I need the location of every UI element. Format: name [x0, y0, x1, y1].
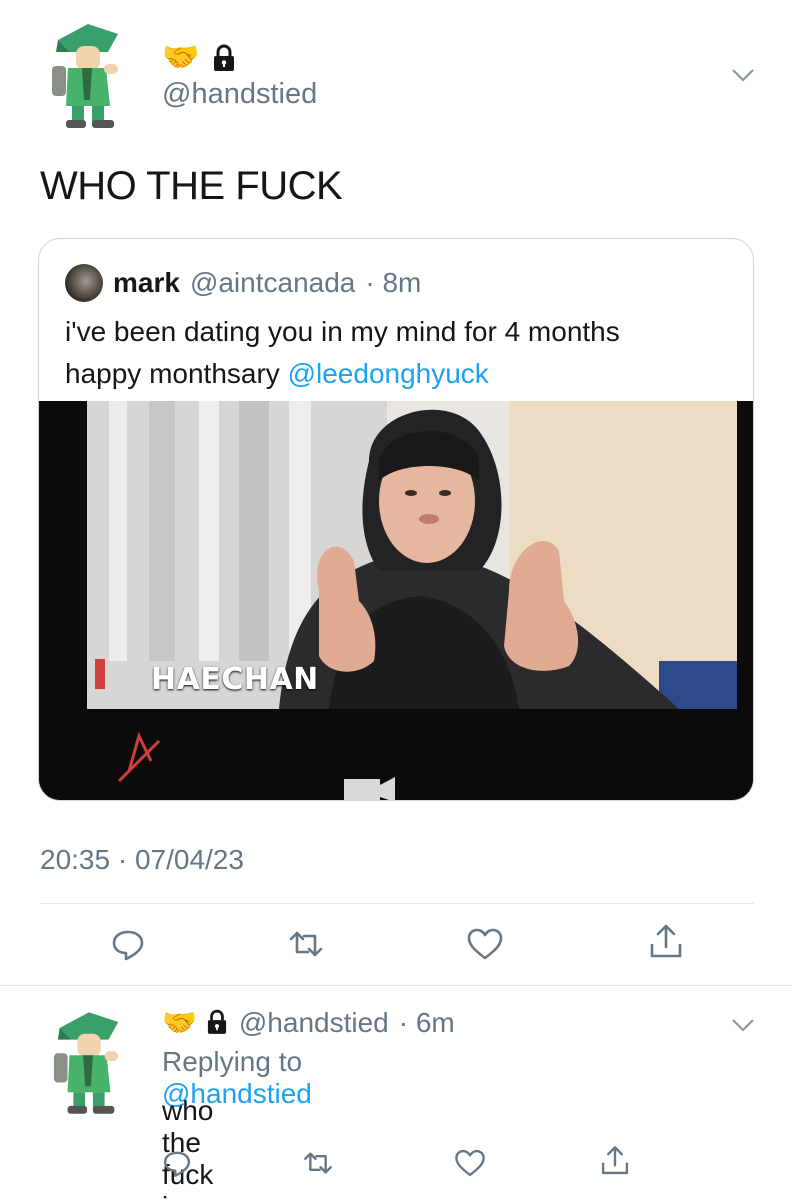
tweet-timestamp[interactable]: 20:35 · 07/04/23	[40, 844, 244, 876]
avatar[interactable]	[50, 1008, 128, 1118]
replying-prefix: Replying to	[162, 1046, 303, 1077]
video-call-still	[39, 401, 753, 800]
reply-time: · 6m	[398, 1006, 455, 1038]
quote-header: mark @aintcanada · 8m	[65, 264, 421, 302]
main-tweet: 🤝 @handstied WHO THE FUCK mark @aintcana…	[0, 0, 792, 985]
quoted-tweet[interactable]: mark @aintcanada · 8m i've been dating y…	[38, 238, 754, 801]
handshake-emoji: 🤝	[162, 1007, 197, 1038]
user-handle[interactable]: @handstied	[162, 78, 317, 111]
chevron-down-icon[interactable]	[730, 1016, 756, 1034]
quote-avatar	[65, 264, 103, 302]
quote-media-image[interactable]: HAECHAN	[39, 401, 753, 800]
share-icon[interactable]	[598, 1144, 632, 1178]
reply-header[interactable]: 🤝 @handstied · 6m	[162, 1006, 455, 1039]
reply-icon[interactable]	[160, 1146, 194, 1180]
quote-text-line1: i've been dating you in my mind for 4 mo…	[65, 316, 620, 347]
retweet-icon[interactable]	[286, 924, 326, 964]
quote-display-name: mark	[113, 267, 180, 298]
video-name-tag: HAECHAN	[151, 662, 319, 697]
like-icon[interactable]	[453, 1146, 487, 1180]
quote-text: i've been dating you in my mind for 4 mo…	[65, 311, 735, 395]
like-icon[interactable]	[465, 924, 505, 964]
mention-link[interactable]: @leedonghyuck	[288, 358, 489, 389]
quote-handle: @aintcanada	[189, 267, 356, 298]
handshake-emoji: 🤝	[162, 41, 200, 74]
tweet-text: WHO THE FUCK	[40, 164, 343, 208]
thread-divider	[0, 985, 792, 986]
quote-text-line2: happy monthsary @leedonghyuck	[65, 353, 735, 395]
avatar[interactable]	[48, 22, 128, 130]
quote-time: · 8m	[365, 267, 422, 298]
lock-icon	[213, 44, 235, 72]
divider	[40, 903, 754, 904]
user-handle: @handstied	[238, 1006, 389, 1038]
lock-icon	[207, 1009, 229, 1037]
chevron-down-icon[interactable]	[730, 66, 756, 84]
quote-text-prefix: happy monthsary	[65, 358, 288, 389]
display-name[interactable]: 🤝	[162, 40, 235, 76]
share-icon[interactable]	[646, 922, 686, 962]
retweet-icon[interactable]	[301, 1146, 335, 1180]
reply-icon[interactable]	[108, 924, 148, 964]
